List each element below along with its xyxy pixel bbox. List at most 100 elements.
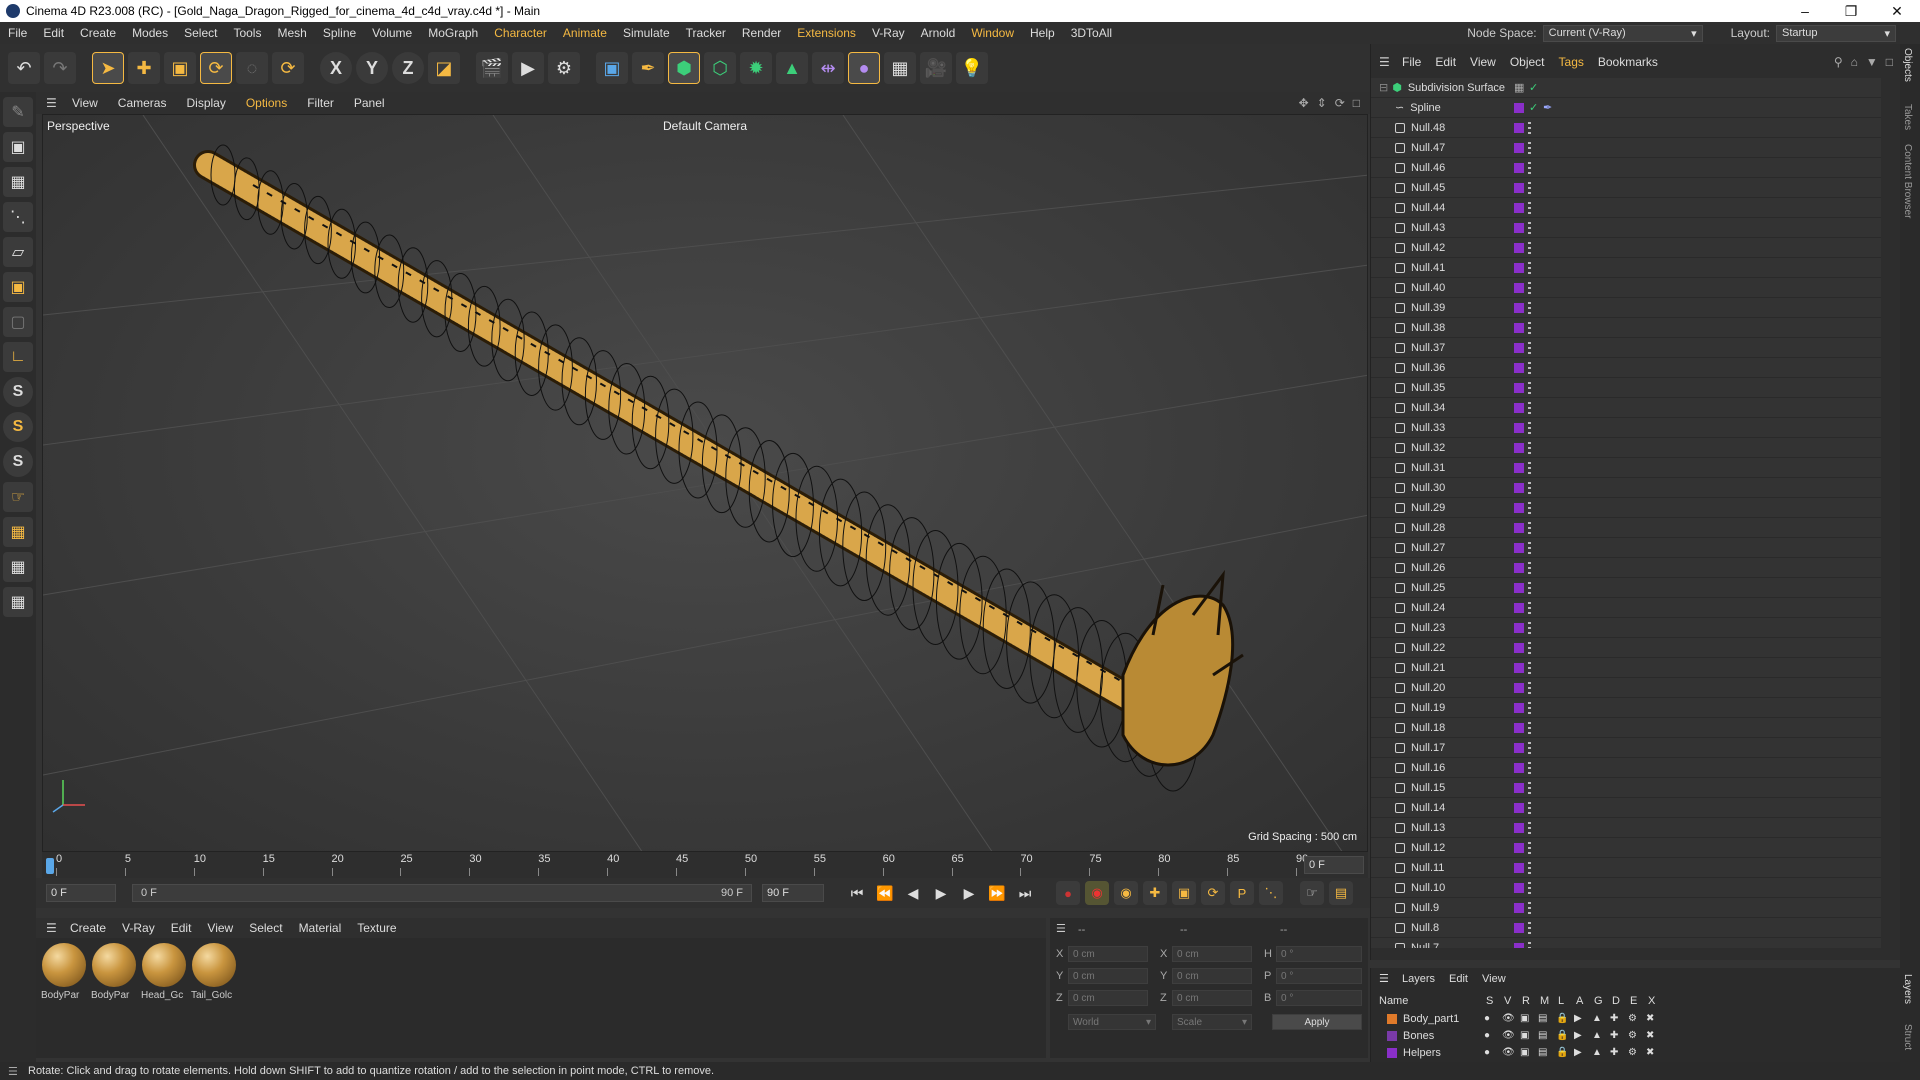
layer-color-tag[interactable] — [1514, 922, 1524, 933]
object-row-null[interactable]: Null.33 — [1371, 418, 1881, 438]
go-to-end-icon[interactable]: ⏭ — [1014, 882, 1036, 904]
visibility-dots-icon[interactable] — [1528, 761, 1531, 774]
timeline-window-icon[interactable]: ▤ — [1329, 881, 1353, 905]
visibility-dots-icon[interactable] — [1528, 481, 1531, 494]
rot-b-field[interactable]: 0 ° — [1276, 990, 1362, 1006]
layer-color-tag[interactable] — [1514, 802, 1524, 813]
menu-file[interactable]: File — [0, 26, 35, 40]
object-row-null[interactable]: Null.25 — [1371, 578, 1881, 598]
layer-toggle-icon[interactable]: 👁 — [1502, 1030, 1515, 1041]
tab-layers[interactable]: Layers — [1902, 974, 1913, 1004]
layer-color-tag[interactable] — [1514, 782, 1524, 793]
start-frame-field[interactable]: 0 F — [46, 884, 116, 902]
visibility-dots-icon[interactable] — [1528, 641, 1531, 654]
hamburger-icon[interactable]: ☰ — [1379, 972, 1395, 985]
menu-3dtoall[interactable]: 3DToAll — [1063, 26, 1120, 40]
object-row-null[interactable]: Null.15 — [1371, 778, 1881, 798]
object-row-null[interactable]: Null.41 — [1371, 258, 1881, 278]
object-row-null[interactable]: Null.28 — [1371, 518, 1881, 538]
play-icon[interactable]: ▶ — [930, 882, 952, 904]
viewport-menu-cameras[interactable]: Cameras — [108, 96, 177, 110]
hamburger-icon[interactable]: ☰ — [46, 96, 62, 110]
close-icon[interactable]: ✕ — [1874, 3, 1920, 20]
visibility-dots-icon[interactable] — [1528, 741, 1531, 754]
y-axis-icon[interactable]: Y — [356, 52, 388, 84]
hamburger-icon[interactable]: ☰ — [46, 921, 62, 935]
layer-color-tag[interactable] — [1514, 582, 1524, 593]
layer-toggle-icon[interactable]: ▶ — [1574, 1013, 1582, 1024]
subdivision-surface-icon[interactable]: ⬢ — [668, 52, 700, 84]
visibility-dots-icon[interactable] — [1528, 221, 1531, 234]
polygons-mode-icon[interactable]: ▣ — [3, 272, 33, 302]
visibility-dots-icon[interactable] — [1528, 381, 1531, 394]
layer-color-tag[interactable] — [1514, 222, 1524, 233]
object-row-null[interactable]: Null.38 — [1371, 318, 1881, 338]
enabled-check-icon[interactable]: ✓ — [1529, 81, 1538, 94]
maximize-view-icon[interactable]: □ — [1353, 96, 1360, 110]
material-menu-create[interactable]: Create — [62, 921, 114, 935]
menu-extensions[interactable]: Extensions — [789, 26, 864, 40]
z-axis-icon[interactable]: Z — [392, 52, 424, 84]
layer-toggle-icon[interactable]: ✖ — [1646, 1030, 1654, 1041]
material-menu-material[interactable]: Material — [291, 921, 350, 935]
menu-mesh[interactable]: Mesh — [269, 26, 314, 40]
object-row-null[interactable]: Null.26 — [1371, 558, 1881, 578]
visibility-dots-icon[interactable] — [1528, 181, 1531, 194]
timeline-ruler[interactable]: 0 5 10 15 20 25 30 35 40 45 50 55 60 65 70 75 80 85 90 0 F — [42, 852, 1368, 878]
object-menu-bookmarks[interactable]: Bookmarks — [1591, 55, 1665, 69]
visibility-dots-icon[interactable] — [1528, 261, 1531, 274]
layer-color-tag[interactable] — [1514, 482, 1524, 493]
menu-mograph[interactable]: MoGraph — [420, 26, 486, 40]
go-to-start-icon[interactable]: ⏮ — [846, 882, 868, 904]
layer-toggle-icon[interactable]: ✚ — [1610, 1047, 1618, 1058]
object-row-null[interactable]: Null.9 — [1371, 898, 1881, 918]
layers-menu-edit[interactable]: Edit — [1442, 973, 1475, 985]
pos-z-field[interactable]: 0 cm — [1068, 990, 1148, 1006]
current-frame-field[interactable]: 0 F — [1304, 856, 1364, 874]
layer-toggle-icon[interactable]: ▶ — [1574, 1030, 1582, 1041]
visibility-dots-icon[interactable] — [1528, 561, 1531, 574]
size-y-field[interactable]: 0 cm — [1172, 968, 1252, 984]
object-row-null[interactable]: Null.46 — [1371, 158, 1881, 178]
material-swatch[interactable]: Head_Gc — [141, 943, 187, 1053]
layers-menu-view[interactable]: View — [1475, 973, 1513, 985]
layer-toggle-icon[interactable]: ▤ — [1538, 1030, 1547, 1041]
object-row-null[interactable]: Null.16 — [1371, 758, 1881, 778]
layer-color-tag[interactable] — [1514, 322, 1524, 333]
object-row-null[interactable]: Null.27 — [1371, 538, 1881, 558]
object-row-spline[interactable]: ∽ Spline ✓ ✒ — [1371, 98, 1881, 118]
layer-toggle-icon[interactable]: ✖ — [1646, 1013, 1654, 1024]
object-row-null[interactable]: Null.31 — [1371, 458, 1881, 478]
visibility-dots-icon[interactable] — [1528, 401, 1531, 414]
menu-select[interactable]: Select — [176, 26, 225, 40]
new-window-icon[interactable]: □ — [1886, 55, 1893, 69]
layer-color-tag[interactable] — [1514, 282, 1524, 293]
layer-color-tag[interactable] — [1514, 102, 1524, 113]
axis-mode-icon[interactable]: ∟ — [3, 342, 33, 372]
layer-color-tag[interactable] — [1514, 502, 1524, 513]
layer-toggle-icon[interactable]: ● — [1484, 1047, 1490, 1058]
playhead[interactable] — [46, 858, 54, 874]
coord-system-dropdown[interactable]: World ▾ — [1068, 1014, 1156, 1030]
layer-toggle-icon[interactable]: ▲ — [1592, 1047, 1602, 1058]
select-tool-icon[interactable]: ➤ — [92, 52, 124, 84]
layer-color-tag[interactable] — [1514, 202, 1524, 213]
model-mode-icon[interactable]: ▣ — [3, 132, 33, 162]
visibility-dots-icon[interactable] — [1528, 601, 1531, 614]
menu-modes[interactable]: Modes — [124, 26, 176, 40]
visibility-dots-icon[interactable] — [1528, 241, 1531, 254]
object-row-null[interactable]: Null.37 — [1371, 338, 1881, 358]
end-frame-field[interactable]: 90 F — [762, 884, 824, 902]
object-row-null[interactable]: Null.29 — [1371, 498, 1881, 518]
snap-settings-icon[interactable]: S — [3, 412, 33, 442]
material-swatch[interactable]: BodyPar — [41, 943, 87, 1053]
live-select-icon[interactable]: ⟳ — [272, 52, 304, 84]
deformer-icon[interactable]: ⇹ — [812, 52, 844, 84]
redo-icon[interactable]: ↷ — [44, 52, 76, 84]
hamburger-icon[interactable]: ☰ — [1379, 55, 1395, 69]
viewport-menu-filter[interactable]: Filter — [297, 96, 344, 110]
object-row-null[interactable]: Null.24 — [1371, 598, 1881, 618]
visibility-dots-icon[interactable] — [1528, 121, 1531, 134]
rot-h-field[interactable]: 0 ° — [1276, 946, 1362, 962]
object-row-null[interactable]: Null.8 — [1371, 918, 1881, 938]
